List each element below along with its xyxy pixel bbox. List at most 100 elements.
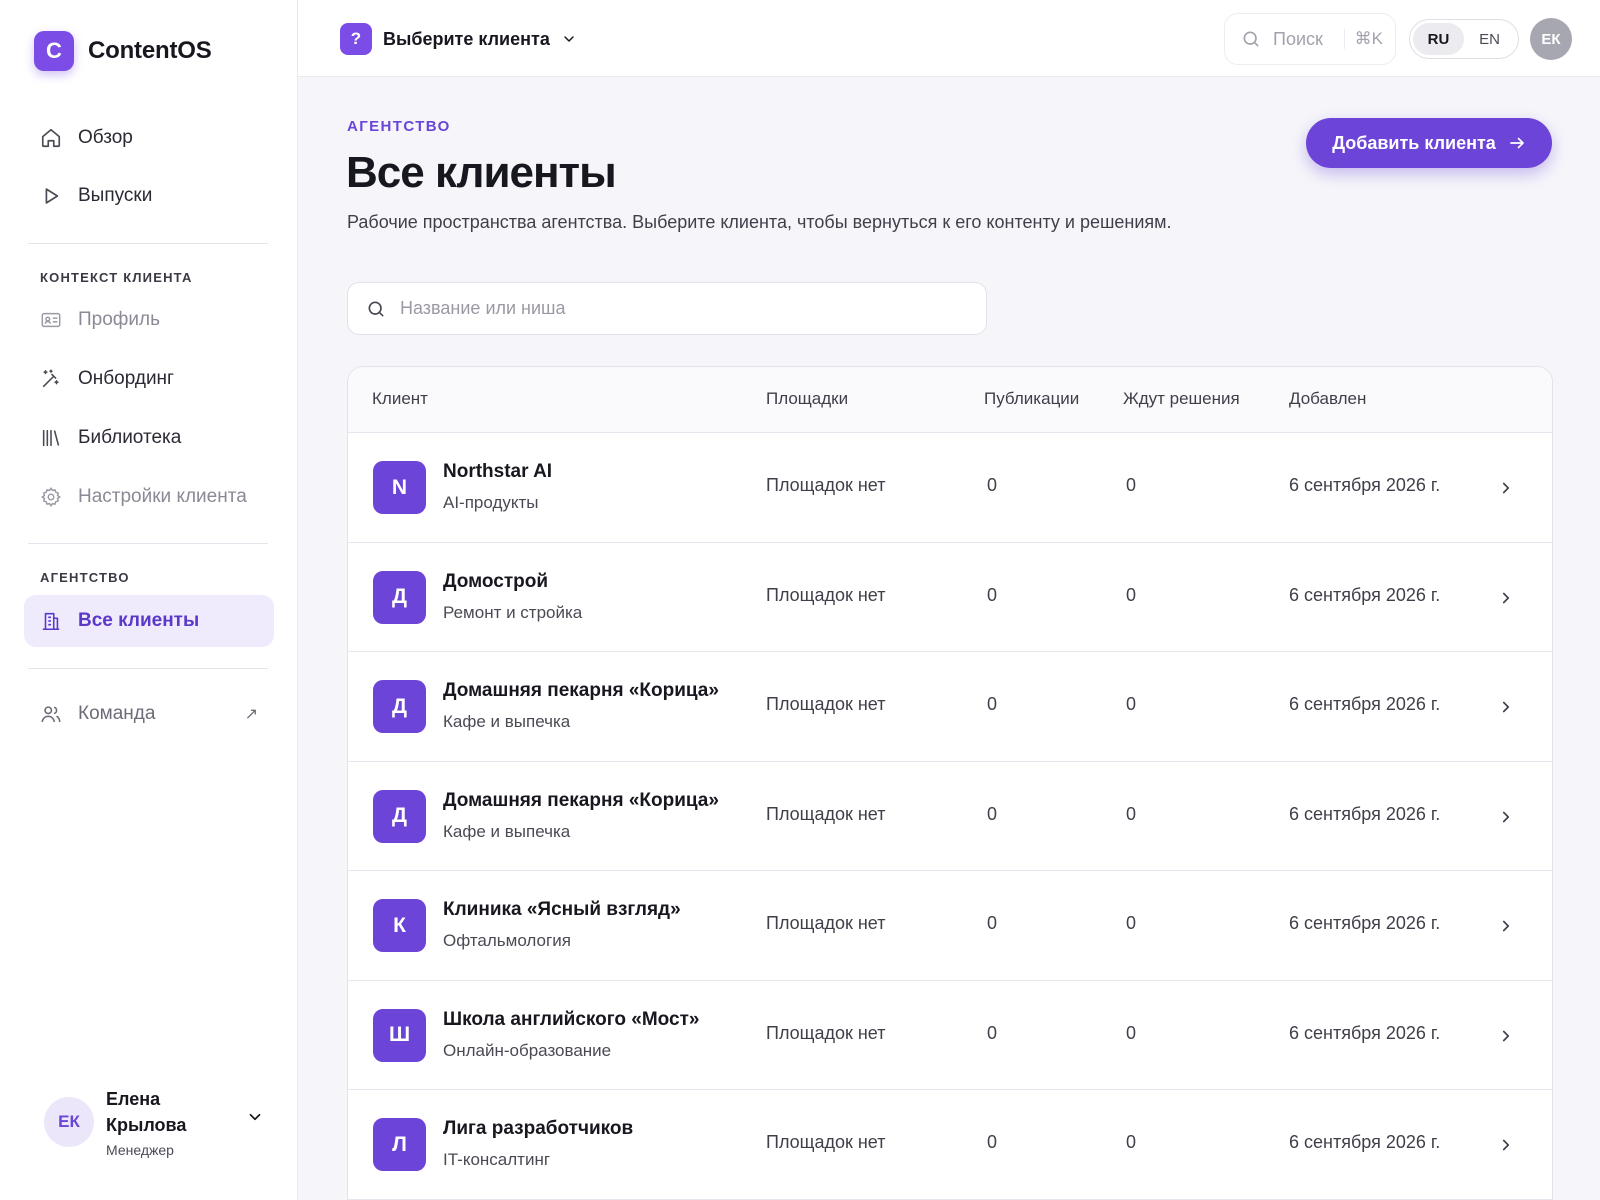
chevron-right-icon — [1502, 1030, 1510, 1041]
language-switcher: RU EN — [1409, 19, 1519, 59]
client-platforms: Площадок нет — [766, 803, 886, 824]
client-pending: 0 — [1126, 913, 1137, 933]
user-menu[interactable]: ЕК Елена Крылова Менеджер — [44, 1086, 264, 1158]
sidebar-item-client-settings[interactable]: Настройки клиента — [24, 471, 274, 523]
client-platforms: Площадок нет — [766, 475, 886, 495]
client-pending: 0 — [1126, 1022, 1137, 1043]
client-avatar: Ш — [373, 1008, 426, 1062]
search-placeholder: Поиск — [1273, 28, 1323, 49]
id-card-icon — [41, 312, 61, 328]
client-search-input[interactable] — [400, 298, 960, 319]
client-platforms: Площадок нет — [766, 584, 886, 605]
chevron-right-icon — [1502, 701, 1510, 713]
user-role: Менеджер — [106, 1142, 174, 1158]
table-header: Клиент Площадки Публикации Ждут решения … — [348, 367, 1552, 433]
sidebar-item-overview[interactable]: Обзор — [24, 112, 274, 164]
chevron-right-icon — [1502, 811, 1510, 822]
client-avatar: Д — [373, 570, 426, 624]
page-kicker: АГЕНТСТВО — [347, 118, 451, 135]
client-name: Northstar AI — [443, 461, 553, 482]
sidebar-item-team[interactable]: Команда ↗ — [24, 688, 274, 740]
client-niche: Кафе и выпечка — [443, 712, 571, 731]
page-title: Все клиенты — [346, 148, 617, 197]
client-platforms: Площадок нет — [766, 694, 886, 714]
client-badge: ? — [340, 23, 372, 55]
client-platforms: Площадок нет — [766, 913, 886, 933]
chevron-down-icon — [564, 36, 574, 42]
sidebar-item-library[interactable]: Библиотека — [24, 412, 274, 464]
clients-table: Клиент Площадки Публикации Ждут решения … — [347, 366, 1553, 1200]
sidebar-item-label: Команда — [78, 703, 156, 724]
building-icon — [42, 612, 60, 631]
client-avatar: Д — [373, 680, 426, 733]
client-platforms: Площадок нет — [766, 1022, 886, 1043]
section-label-client-context: КОНТЕКСТ КЛИЕНТА — [40, 270, 193, 285]
arrow-right-icon — [1509, 137, 1524, 149]
sidebar-item-label: Все клиенты — [78, 610, 200, 631]
table-row[interactable]: Д Домашняя пекарня «Корица» Кафе и выпеч… — [348, 652, 1552, 762]
column-header-client: Клиент — [372, 389, 428, 408]
client-pending: 0 — [1126, 694, 1137, 714]
client-filter — [347, 282, 987, 335]
client-niche: Офтальмология — [443, 931, 571, 950]
client-publications: 0 — [987, 694, 998, 714]
column-header-added: Добавлен — [1289, 389, 1367, 408]
brand[interactable]: C ContentOS — [34, 31, 212, 71]
client-added: 6 сентября 2026 г. — [1289, 694, 1441, 714]
client-avatar: К — [373, 899, 426, 952]
client-picker-label: Выберите клиента — [383, 28, 550, 49]
sidebar-item-all-clients[interactable]: Все клиенты — [24, 595, 274, 647]
table-row[interactable]: Л Лига разработчиков IT-консалтинг Площа… — [348, 1090, 1552, 1200]
client-name: Школа английского «Мост» — [443, 1008, 700, 1030]
client-pending: 0 — [1126, 584, 1137, 605]
avatar: ЕК — [44, 1097, 94, 1147]
add-client-button[interactable]: Добавить клиента — [1306, 118, 1552, 168]
table-row[interactable]: Д Домострой Ремонт и стройка Площадок не… — [348, 543, 1552, 652]
sidebar-item-label: Профиль — [78, 309, 161, 330]
sidebar-item-onboarding[interactable]: Онбординг — [24, 353, 274, 405]
table-row[interactable]: N Northstar AI AI-продукты Площадок нет … — [348, 433, 1552, 543]
client-niche: Кафе и выпечка — [443, 821, 571, 841]
add-client-label: Добавить клиента — [1332, 132, 1496, 153]
chevron-right-icon — [1502, 592, 1510, 603]
client-name: Домашняя пекарня «Корица» — [443, 789, 719, 811]
page-subtitle: Рабочие пространства агентства. Выберите… — [347, 212, 1172, 232]
client-pending: 0 — [1126, 1132, 1137, 1152]
chevron-right-icon — [1502, 920, 1510, 932]
client-niche: Ремонт и стройка — [443, 602, 583, 622]
client-publications: 0 — [987, 1022, 998, 1043]
search-shortcut: ⌘K — [1343, 29, 1383, 49]
avatar[interactable]: ЕК — [1530, 18, 1572, 60]
gear-icon — [41, 487, 61, 507]
lang-ru-button[interactable]: RU — [1413, 23, 1464, 55]
client-added: 6 сентября 2026 г. — [1289, 1022, 1441, 1043]
sidebar-item-label: Обзор — [78, 127, 133, 148]
client-picker[interactable]: ? Выберите клиента — [340, 23, 577, 55]
sidebar-divider — [28, 668, 268, 669]
client-publications: 0 — [987, 913, 998, 933]
client-added: 6 сентября 2026 г. — [1289, 584, 1441, 605]
client-niche: IT-консалтинг — [443, 1150, 551, 1169]
user-name: Елена Крылова — [106, 1089, 187, 1135]
chevron-right-icon — [1502, 1139, 1510, 1151]
table-row[interactable]: К Клиника «Ясный взгляд» Офтальмология П… — [348, 871, 1552, 981]
users-icon — [41, 706, 61, 723]
sidebar-item-label: Онбординг — [78, 368, 174, 389]
global-search[interactable]: Поиск ⌘K — [1224, 13, 1396, 65]
lang-en-button[interactable]: EN — [1464, 23, 1515, 55]
sidebar-item-label: Настройки клиента — [78, 486, 247, 507]
chevron-down-icon[interactable] — [246, 1108, 264, 1126]
client-added: 6 сентября 2026 г. — [1289, 803, 1441, 824]
client-avatar: Д — [373, 789, 426, 843]
client-added: 6 сентября 2026 г. — [1289, 913, 1441, 933]
column-header-platforms: Площадки — [766, 389, 849, 408]
sidebar-item-releases[interactable]: Выпуски — [24, 170, 274, 222]
search-icon — [1243, 31, 1259, 47]
client-name: Лига разработчиков — [443, 1118, 634, 1139]
client-pending: 0 — [1126, 803, 1137, 824]
table-row[interactable]: Д Домашняя пекарня «Корица» Кафе и выпеч… — [348, 762, 1552, 871]
sidebar-item-profile[interactable]: Профиль — [24, 294, 274, 346]
client-name: Домострой — [443, 570, 549, 592]
table-row[interactable]: Ш Школа английского «Мост» Онлайн-образо… — [348, 981, 1552, 1090]
external-link-icon: ↗ — [244, 706, 258, 723]
